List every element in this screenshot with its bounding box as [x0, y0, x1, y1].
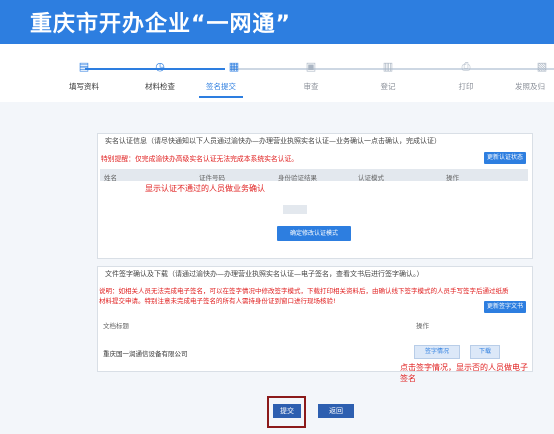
realname-title: 实名认证信息（请尽快通知以下人员通过渝快办—办理营业执照实名认证—业务确认一点击… [105, 137, 441, 145]
realname-warning: 特别提醒：仅完成渝快办高级实名认证无法完成本系统实名认证。 [101, 155, 299, 163]
back-button[interactable]: 返回 [318, 404, 354, 418]
sign-status-button[interactable]: 签字情况 [414, 345, 460, 359]
license-icon: ▧ [536, 60, 548, 73]
edit-doc-icon: ▤ [78, 60, 90, 73]
check-clock-icon: ◷ [155, 60, 165, 73]
sign-doc-icon: ▦ [228, 60, 240, 73]
step-fill-data[interactable]: 填写资料 [69, 81, 99, 92]
step-material-check[interactable]: 材料检查 [145, 81, 175, 92]
annotation-auth-failed: 显示认证不通过的人员做业务确认 [145, 184, 265, 193]
confirm-auth-mode-button[interactable]: 确定修改认证模式 [277, 226, 351, 241]
docsign-notice: 说明：如相关人员无法完成电子签名，可以在签字情况中修改签字模式，下载打印相关资料… [99, 287, 509, 305]
printer-icon: ⎙ [461, 60, 471, 73]
review-icon: ▣ [305, 60, 317, 73]
step-print: 打印 [458, 82, 474, 91]
register-icon: ▥ [382, 60, 394, 73]
docsign-title: 文件签字确认及下载（请通过渝快办—办理营业执照实名认证—电子签名，查看文书后进行… [105, 270, 424, 278]
step-issue-license: 发照及归 [515, 82, 545, 91]
col-actions: 操作 [446, 174, 459, 182]
download-button[interactable]: 下载 [470, 345, 500, 359]
step-review: 审查 [303, 82, 319, 91]
update-sign-docs-button[interactable]: 更新签字文书 [484, 301, 526, 313]
annotation-sign-status: 点击签字情况，显示否的人员做电子签名 [400, 363, 528, 383]
col-doc-title: 文档标题 [103, 322, 129, 330]
active-step-indicator [199, 96, 243, 98]
col-verify-result: 身份验证结果 [278, 174, 317, 182]
col-name: 姓名 [104, 174, 117, 182]
step-sign-submit[interactable]: 签名提交 [206, 81, 236, 92]
redacted-cell [283, 205, 307, 214]
submit-button[interactable]: 提交 [273, 404, 301, 418]
refresh-auth-button[interactable]: 更新认证状态 [484, 152, 526, 164]
page-title: 重庆市开办企业“一网通” [30, 12, 291, 37]
col-auth-mode: 认证模式 [358, 174, 384, 182]
step-register: 登记 [380, 82, 396, 91]
doc-title-cell: 重庆国一润通信设备有限公司 [103, 350, 188, 358]
col-doc-actions: 操作 [416, 322, 429, 330]
col-id-number: 证件号码 [199, 174, 225, 182]
